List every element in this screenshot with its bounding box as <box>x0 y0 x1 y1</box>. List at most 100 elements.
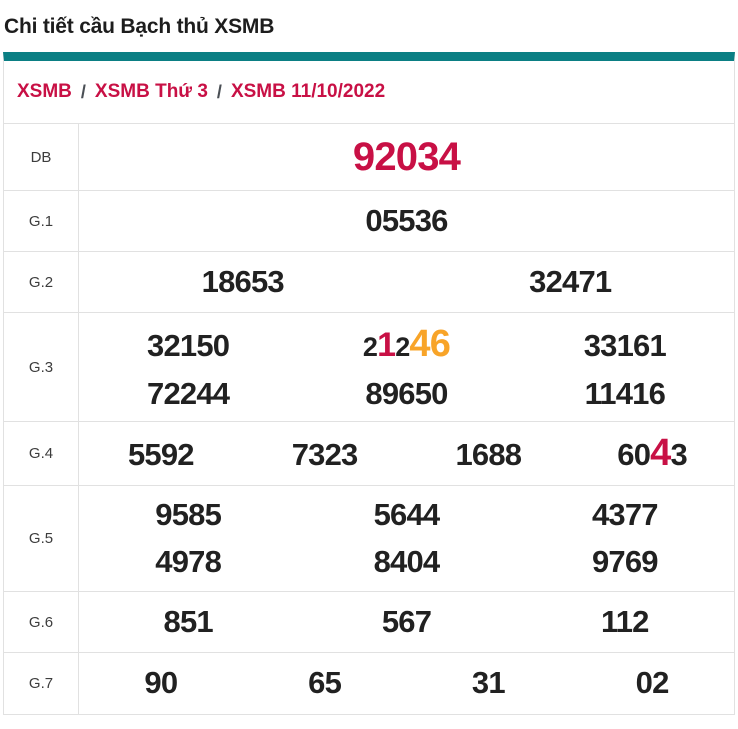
table-row: G.1 05536 <box>4 191 734 252</box>
value-line: 9585 5644 4377 <box>79 493 734 538</box>
table-row: G.7 90 65 31 02 <box>4 653 734 715</box>
row-values: 5592 7323 1688 6043 <box>79 422 734 485</box>
prize-label: G.3 <box>4 313 79 422</box>
prize-digit-segment: 92034 <box>352 135 461 179</box>
prize-digit-segment: 5644 <box>373 496 441 532</box>
value-line: 72244 89650 11416 <box>79 372 734 417</box>
prize-digit-segment: 32150 <box>147 328 230 363</box>
prize-digit-segment: 11416 <box>584 376 666 412</box>
breadcrumb-link[interactable]: XSMB Thứ 3 <box>95 81 208 103</box>
breadcrumb-link[interactable]: XSMB 11/10/2022 <box>231 81 385 103</box>
breadcrumb-separator: / <box>80 81 86 102</box>
prize-digit-segment: 5592 <box>127 437 195 473</box>
value-line: 5592 7323 1688 6043 <box>79 426 734 481</box>
breadcrumb-separator: / <box>216 81 222 102</box>
breadcrumb-link[interactable]: XSMB <box>17 81 72 103</box>
prize-number: 851 <box>79 600 297 645</box>
prize-digit-segment: 4377 <box>591 496 659 532</box>
prize-number: 9769 <box>516 540 734 585</box>
table-row: G.6 851 567 112 <box>4 592 734 654</box>
value-line: 4978 8404 9769 <box>79 540 734 585</box>
prize-number: 90 <box>79 661 243 706</box>
results-table: DB 92034 G.1 05536 G.2 18653 32471 G.3 32150 2124… <box>4 124 734 715</box>
value-line: 90 65 31 02 <box>79 661 734 706</box>
prize-number: 32150 <box>79 324 297 369</box>
table-row: G.2 18653 32471 <box>4 252 734 313</box>
prize-number: 65 <box>243 661 407 706</box>
prize-number: 5644 <box>297 493 515 538</box>
row-values: 90 65 31 02 <box>79 653 734 714</box>
result-card: XSMB / XSMB Thứ 3 / XSMB 11/10/2022 DB 92034 G… <box>3 52 735 716</box>
prize-digit-segment: 8404 <box>373 543 441 579</box>
prize-number: 32471 <box>407 260 735 305</box>
prize-number: 31 <box>407 661 571 706</box>
prize-label: G.6 <box>4 592 79 653</box>
prize-digit-segment: 46 <box>409 323 451 365</box>
prize-number: 4978 <box>79 540 297 585</box>
prize-number: 72244 <box>79 372 297 417</box>
table-row: G.3 32150 21246 33161 72244 89650 11416 <box>4 313 734 423</box>
prize-digit-segment: 112 <box>601 603 649 639</box>
prize-digit-segment: 9585 <box>155 496 222 532</box>
prize-digit-segment: 4978 <box>155 543 222 579</box>
value-line: 32150 21246 33161 <box>79 317 734 372</box>
prize-digit-segment: 4 <box>650 432 671 475</box>
prize-digit-segment: 33161 <box>583 328 667 363</box>
prize-digit-segment: 72244 <box>147 376 230 412</box>
prize-number: 05536 <box>79 199 734 244</box>
prize-label: G.4 <box>4 422 79 486</box>
table-row: DB 92034 <box>4 124 734 191</box>
breadcrumb: XSMB / XSMB Thứ 3 / XSMB 11/10/2022 <box>4 61 734 124</box>
prize-number: 1688 <box>407 433 571 478</box>
prize-digit-segment: 05536 <box>365 202 448 238</box>
prize-digit-segment: 32471 <box>529 263 612 299</box>
prize-digit-segment: 65 <box>308 665 342 701</box>
prize-number: 9585 <box>79 493 297 538</box>
prize-digit-segment: 60 <box>617 437 651 473</box>
row-values: 18653 32471 <box>79 252 734 312</box>
prize-digit-segment: 567 <box>381 603 432 639</box>
prize-digit-segment: 7323 <box>291 437 359 473</box>
prize-digit-segment: 31 <box>471 665 506 701</box>
prize-digit-segment: 02 <box>635 665 670 701</box>
prize-digit-segment: 89650 <box>365 376 448 412</box>
value-line: 92034 <box>79 128 734 186</box>
value-line: 18653 32471 <box>79 260 734 305</box>
prize-number: 11416 <box>516 372 734 417</box>
prize-digit-segment: 1688 <box>455 437 522 473</box>
prize-digit-segment: 9769 <box>591 543 659 579</box>
value-line: 851 567 112 <box>79 600 734 645</box>
prize-digit-segment: 90 <box>144 665 178 701</box>
row-values: 32150 21246 33161 72244 89650 11416 <box>79 313 734 421</box>
prize-label: G.1 <box>4 191 79 251</box>
page-title: Chi tiết cầu Bạch thủ XSMB <box>4 15 275 38</box>
prize-number: 5592 <box>79 433 243 478</box>
prize-number: 02 <box>570 661 734 706</box>
table-row: G.5 9585 5644 4377 4978 8404 9769 <box>4 486 734 593</box>
row-values: 851 567 112 <box>79 592 734 652</box>
prize-label: G.2 <box>4 252 79 312</box>
prize-label: DB <box>4 124 79 190</box>
prize-label: G.5 <box>4 486 79 592</box>
prize-digit-segment: 1 <box>377 326 396 364</box>
prize-number: 33161 <box>516 324 734 369</box>
prize-digit-segment: 2 <box>362 332 378 362</box>
prize-number: 7323 <box>243 433 407 478</box>
prize-number: 89650 <box>297 372 515 417</box>
prize-number: 92034 <box>79 128 734 186</box>
prize-number: 4377 <box>516 493 734 538</box>
prize-digit-segment: 2 <box>395 332 410 362</box>
prize-digit-segment: 851 <box>163 603 214 639</box>
prize-number: 6043 <box>570 426 734 481</box>
prize-number: 567 <box>297 600 515 645</box>
page: Chi tiết cầu Bạch thủ XSMB XSMB / XSMB Thứ… <box>0 15 738 716</box>
prize-number: 8404 <box>297 540 515 585</box>
prize-number: 21246 <box>297 317 515 372</box>
prize-label: G.7 <box>4 653 79 715</box>
prize-digit-segment: 3 <box>670 437 688 473</box>
prize-digit-segment: 18653 <box>201 263 285 299</box>
row-values: 9585 5644 4377 4978 8404 9769 <box>79 486 734 591</box>
prize-number: 18653 <box>79 260 407 305</box>
row-values: 05536 <box>79 191 734 251</box>
value-line: 05536 <box>79 199 734 244</box>
